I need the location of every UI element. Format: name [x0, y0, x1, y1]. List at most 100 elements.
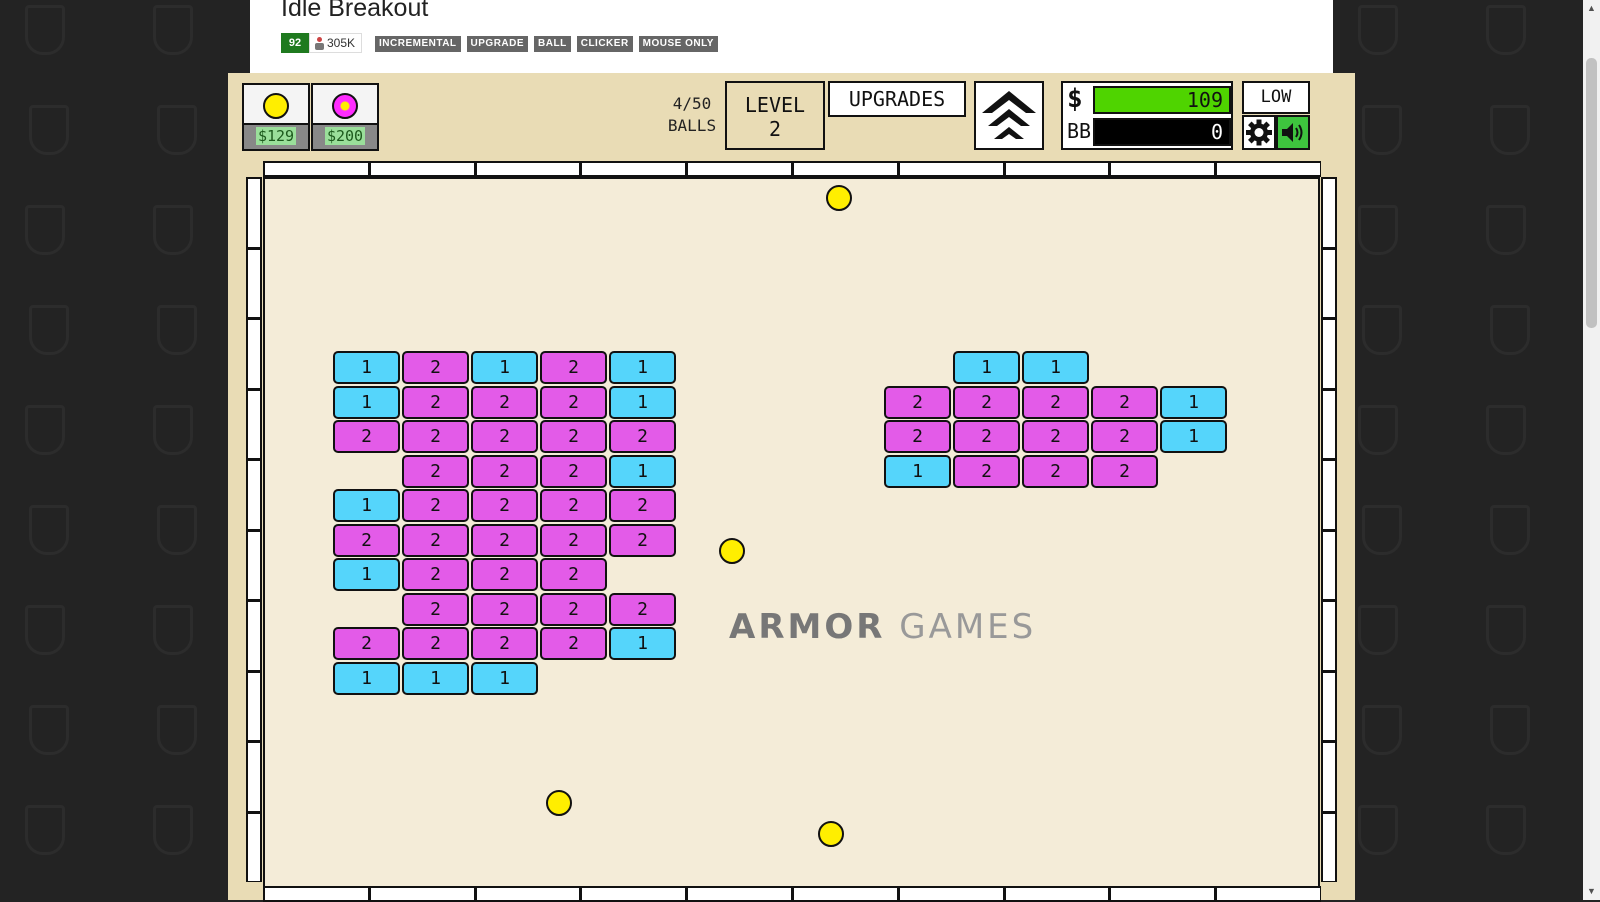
- brick[interactable]: 2: [540, 558, 607, 591]
- brick[interactable]: 1: [333, 385, 400, 419]
- brick[interactable]: 2: [1091, 385, 1158, 419]
- brick[interactable]: 2: [609, 523, 676, 557]
- brick[interactable]: 1: [333, 661, 400, 695]
- rail-segment: [246, 247, 262, 318]
- ball: [818, 821, 844, 847]
- quality-button[interactable]: LOW: [1242, 81, 1310, 114]
- sound-toggle-button[interactable]: [1276, 115, 1310, 150]
- brick[interactable]: 1: [609, 385, 676, 419]
- brick[interactable]: 1: [1160, 385, 1227, 419]
- rail-segment: [1321, 459, 1337, 530]
- brick[interactable]: 2: [471, 385, 538, 419]
- brick[interactable]: 1: [884, 454, 951, 488]
- rail-segment: [474, 161, 581, 177]
- brick[interactable]: 2: [402, 351, 469, 384]
- brick[interactable]: 2: [540, 385, 607, 419]
- brick[interactable]: 2: [402, 627, 469, 660]
- upgrades-button[interactable]: UPGRADES: [828, 81, 966, 117]
- brick[interactable]: 2: [402, 523, 469, 557]
- brick[interactable]: 1: [609, 627, 676, 660]
- brick[interactable]: 2: [1091, 454, 1158, 488]
- brick[interactable]: 2: [953, 420, 1020, 453]
- background-pattern-left: [0, 0, 250, 900]
- tag-mouse-only[interactable]: MOUSE ONLY: [638, 36, 718, 52]
- shield-pattern-icon: [153, 5, 193, 55]
- brick[interactable]: 2: [471, 523, 538, 557]
- brick[interactable]: 2: [953, 385, 1020, 419]
- brick[interactable]: 1: [609, 454, 676, 488]
- brick[interactable]: 2: [471, 454, 538, 488]
- shield-pattern-icon: [1486, 405, 1526, 455]
- brick[interactable]: 2: [609, 420, 676, 453]
- brick[interactable]: 2: [540, 420, 607, 453]
- brick[interactable]: 2: [540, 351, 607, 384]
- scroll-down-arrow-icon[interactable]: ▼: [1583, 883, 1600, 900]
- brick[interactable]: 2: [540, 592, 607, 626]
- brick[interactable]: 1: [1160, 420, 1227, 453]
- brick[interactable]: 2: [609, 592, 676, 626]
- shield-pattern-icon: [1362, 305, 1402, 355]
- brick[interactable]: 2: [402, 489, 469, 522]
- rail-segment: [580, 161, 687, 177]
- brick[interactable]: 2: [1022, 420, 1089, 453]
- shield-pattern-icon: [157, 705, 197, 755]
- brick[interactable]: 2: [540, 627, 607, 660]
- brick[interactable]: 2: [609, 489, 676, 522]
- brick[interactable]: 1: [471, 351, 538, 384]
- scroll-up-arrow-icon[interactable]: ▲: [1583, 0, 1600, 17]
- brick[interactable]: 2: [1091, 420, 1158, 453]
- brick[interactable]: 2: [471, 420, 538, 453]
- brick[interactable]: 1: [1022, 351, 1089, 384]
- brick[interactable]: 1: [333, 489, 400, 522]
- brick[interactable]: 2: [402, 385, 469, 419]
- brick[interactable]: 1: [953, 351, 1020, 384]
- brick[interactable]: 2: [471, 558, 538, 591]
- brick[interactable]: 2: [884, 420, 951, 453]
- scroll-thumb[interactable]: [1586, 58, 1597, 328]
- brick[interactable]: 2: [540, 454, 607, 488]
- brick[interactable]: 2: [1022, 454, 1089, 488]
- tag-ball[interactable]: BALL: [534, 36, 571, 52]
- brick[interactable]: 2: [471, 627, 538, 660]
- shield-pattern-icon: [1486, 5, 1526, 55]
- ball: [719, 538, 745, 564]
- shield-pattern-icon: [1486, 205, 1526, 255]
- brick[interactable]: 2: [540, 489, 607, 522]
- page-scrollbar[interactable]: ▲ ▼: [1583, 0, 1600, 900]
- brick[interactable]: 2: [333, 523, 400, 557]
- brick[interactable]: 2: [540, 523, 607, 557]
- rating-badge: 92: [281, 33, 309, 53]
- shield-pattern-icon: [157, 305, 197, 355]
- tag-incremental[interactable]: INCREMENTAL: [375, 36, 461, 52]
- brick[interactable]: 2: [402, 454, 469, 488]
- brick[interactable]: 2: [402, 558, 469, 591]
- brick[interactable]: 1: [402, 661, 469, 695]
- buy-pink-ball-button[interactable]: $200: [311, 83, 379, 151]
- brick[interactable]: 2: [402, 592, 469, 626]
- brick[interactable]: 1: [333, 558, 400, 591]
- brick[interactable]: 2: [471, 592, 538, 626]
- brick[interactable]: 2: [884, 385, 951, 419]
- brick[interactable]: 2: [402, 420, 469, 453]
- shield-pattern-icon: [1362, 105, 1402, 155]
- brick[interactable]: 2: [471, 489, 538, 522]
- prestige-button[interactable]: [974, 81, 1044, 150]
- brick[interactable]: 2: [1022, 385, 1089, 419]
- brick[interactable]: 1: [609, 351, 676, 384]
- settings-button[interactable]: [1242, 115, 1276, 150]
- brick[interactable]: 2: [333, 627, 400, 660]
- game-title: Idle Breakout: [281, 0, 429, 22]
- shield-pattern-icon: [1486, 805, 1526, 855]
- tag-clicker[interactable]: CLICKER: [576, 36, 633, 52]
- money-value: 109: [1093, 86, 1231, 114]
- tag-upgrade[interactable]: UPGRADE: [466, 36, 529, 52]
- brick[interactable]: 2: [953, 454, 1020, 488]
- rail-segment: [246, 600, 262, 671]
- brick[interactable]: 1: [471, 661, 538, 695]
- brick[interactable]: 1: [333, 351, 400, 384]
- brick[interactable]: 2: [333, 420, 400, 453]
- buy-yellow-ball-button[interactable]: $129: [242, 83, 310, 151]
- rail-segment: [246, 670, 262, 741]
- chevrons-up-icon: [982, 91, 1036, 139]
- play-field[interactable]: ARMOR GAMES 1212112221222222221122222222…: [263, 177, 1320, 900]
